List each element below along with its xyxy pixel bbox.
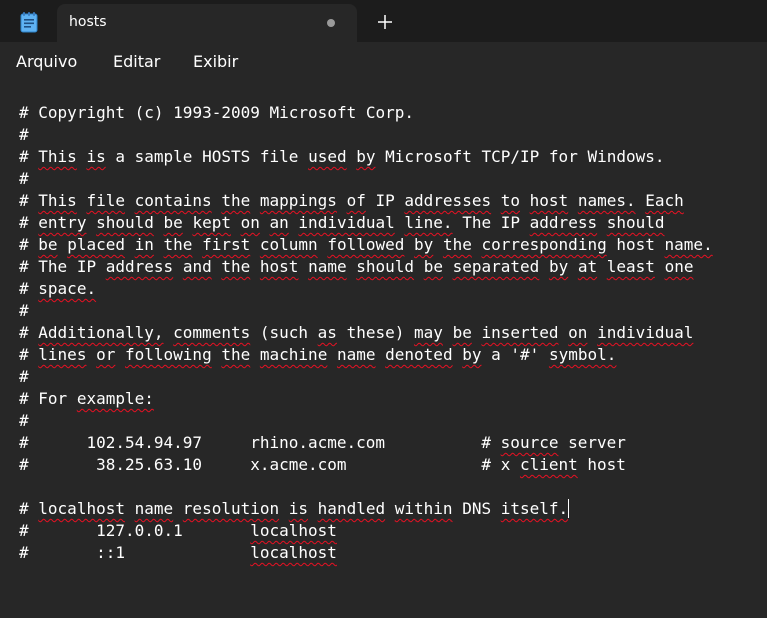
editor-line[interactable]: # Additionally, comments (such as these)… [19,322,713,344]
editor-content[interactable]: # Copyright (c) 1993-2009 Microsoft Corp… [19,102,713,564]
menu-edit[interactable]: Editar [113,52,160,72]
editor-line[interactable]: # 127.0.0.1 localhost [19,520,713,542]
text-cursor [568,499,570,518]
plus-icon [378,15,392,29]
editor-line[interactable]: # This is a sample HOSTS file used by Mi… [19,146,713,168]
editor-line[interactable] [19,476,713,498]
title-bar: hosts [0,0,767,42]
editor-line[interactable]: # [19,410,713,432]
editor-line[interactable]: # localhost name resolution is handled w… [19,498,713,520]
editor-line[interactable]: # space. [19,278,713,300]
editor-line[interactable]: # [19,124,713,146]
editor-line[interactable]: # This file contains the mappings of IP … [19,190,713,212]
editor-line[interactable]: # The IP address and the host name shoul… [19,256,713,278]
unsaved-indicator-icon[interactable] [327,19,335,27]
editor-line[interactable]: # Copyright (c) 1993-2009 Microsoft Corp… [19,102,713,124]
menu-bar: Arquivo Editar Exibir [0,42,767,82]
tab-title: hosts [69,14,107,30]
editor-line[interactable]: # 38.25.63.10 x.acme.com # x client host [19,454,713,476]
editor-line[interactable]: # For example: [19,388,713,410]
editor-line[interactable]: # [19,168,713,190]
editor-line[interactable]: # lines or following the machine name de… [19,344,713,366]
new-tab-button[interactable] [372,10,398,34]
editor-line[interactable]: # [19,300,713,322]
notepad-icon [19,11,39,33]
editor-line[interactable]: # 102.54.94.97 rhino.acme.com # source s… [19,432,713,454]
menu-file[interactable]: Arquivo [16,52,77,72]
text-editor[interactable]: # Copyright (c) 1993-2009 Microsoft Corp… [0,82,767,618]
editor-line[interactable]: # be placed in the first column followed… [19,234,713,256]
tab-hosts[interactable]: hosts [57,4,357,42]
editor-line[interactable]: # ::1 localhost [19,542,713,564]
editor-line[interactable]: # [19,366,713,388]
menu-view[interactable]: Exibir [193,52,238,72]
editor-line[interactable]: # entry should be kept on an individual … [19,212,713,234]
